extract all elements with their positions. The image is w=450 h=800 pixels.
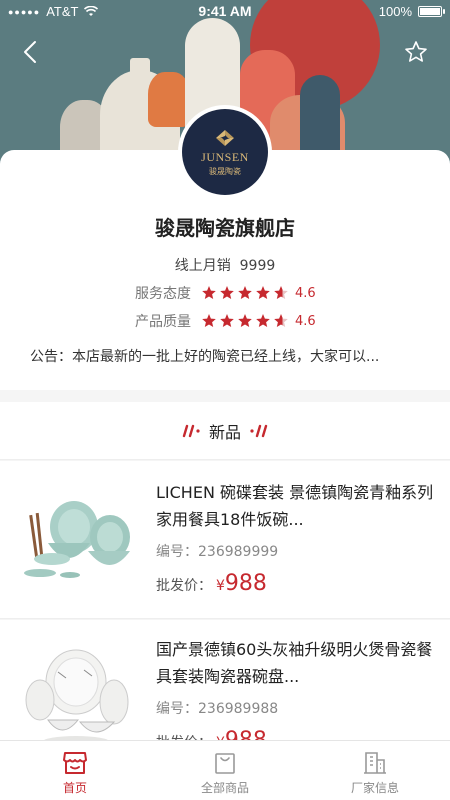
- battery-icon: [418, 6, 445, 17]
- slash-deco-icon: [250, 424, 268, 437]
- product-price: 批发价： ¥ 988: [156, 571, 267, 596]
- logo-brand-text: JUNSEN: [201, 149, 249, 164]
- star-icon: [256, 286, 270, 299]
- product-image: [24, 501, 130, 578]
- chevron-left-icon: [24, 41, 36, 63]
- currency-symbol: ¥: [216, 578, 225, 594]
- monthly-sales-value: 9999: [239, 258, 276, 274]
- rating-label: 服务态度: [135, 286, 191, 302]
- tab-label: 首页: [62, 781, 87, 795]
- star-icon: [238, 314, 252, 327]
- star-icon: [238, 286, 252, 299]
- storefront-icon: [63, 752, 87, 774]
- section-header-new: 新品: [0, 402, 450, 460]
- favorite-button[interactable]: [400, 36, 432, 68]
- product-code: 编号：236989999: [156, 544, 279, 560]
- product-title: LICHEN 碗碟套装 景德镇陶瓷青釉系列家用餐具18件饭碗...: [156, 483, 434, 529]
- price-label: 批发价：: [156, 578, 212, 594]
- rating-stars: [201, 313, 289, 329]
- battery-percent: 100%: [378, 4, 412, 19]
- logo-brand-cn-text: 骏晟陶瓷: [209, 166, 241, 176]
- product-title: 国产景德镇60头灰袖升级明火煲骨瓷餐具套装陶瓷器碗盘...: [156, 640, 433, 686]
- star-icon: [202, 314, 216, 327]
- rating-label: 产品质量: [135, 314, 191, 330]
- slash-deco-icon: [182, 424, 200, 437]
- store-logo: JUNSEN 骏晟陶瓷: [178, 105, 272, 199]
- tab-manufacturer-info[interactable]: 厂家信息: [300, 741, 450, 800]
- product-card[interactable]: LICHEN 碗碟套装 景德镇陶瓷青釉系列家用餐具18件饭碗... 编号：236…: [0, 461, 450, 619]
- star-outline-icon: [405, 41, 427, 62]
- building-icon: [364, 752, 386, 774]
- tab-all-products[interactable]: 全部商品: [150, 741, 300, 800]
- tab-label: 全部商品: [200, 781, 249, 795]
- rating-stars: [201, 285, 289, 301]
- star-icon: [274, 286, 288, 299]
- rating-score: 4.6: [295, 313, 316, 329]
- section-title: 新品: [208, 422, 241, 442]
- store-name: 骏晟陶瓷旗舰店: [155, 216, 295, 240]
- star-icon: [256, 314, 270, 327]
- status-bar: ●●●●● AT&T 9:41 AM 100%: [0, 0, 450, 24]
- shopping-bag-icon: [215, 753, 235, 774]
- star-icon: [202, 286, 216, 299]
- back-button[interactable]: [14, 36, 46, 68]
- product-image: [25, 649, 129, 748]
- monthly-sales: 线上月销 9999: [0, 255, 450, 275]
- bottom-tab-bar: 首页 全部商品 厂家信息: [0, 740, 450, 800]
- tab-home[interactable]: 首页: [0, 741, 150, 800]
- price-value: 988: [224, 571, 267, 596]
- rating-service: 服务态度 4.6: [135, 283, 316, 303]
- product-card[interactable]: 国产景德镇60头灰袖升级明火煲骨瓷餐具套装陶瓷器碗盘... 编号：2369899…: [0, 620, 450, 750]
- store-notice[interactable]: 公告：本店最新的一批上好的陶瓷已经上线，大家可以...: [30, 346, 430, 366]
- tab-label: 厂家信息: [350, 781, 399, 795]
- rating-score: 4.6: [295, 285, 316, 301]
- star-icon: [220, 286, 234, 299]
- product-code: 编号：236989988: [156, 701, 279, 717]
- monthly-sales-label: 线上月销: [174, 258, 231, 274]
- brand-mark-icon: [216, 129, 234, 146]
- star-icon: [274, 314, 288, 327]
- rating-quality: 产品质量 4.6: [135, 311, 316, 331]
- star-icon: [220, 314, 234, 327]
